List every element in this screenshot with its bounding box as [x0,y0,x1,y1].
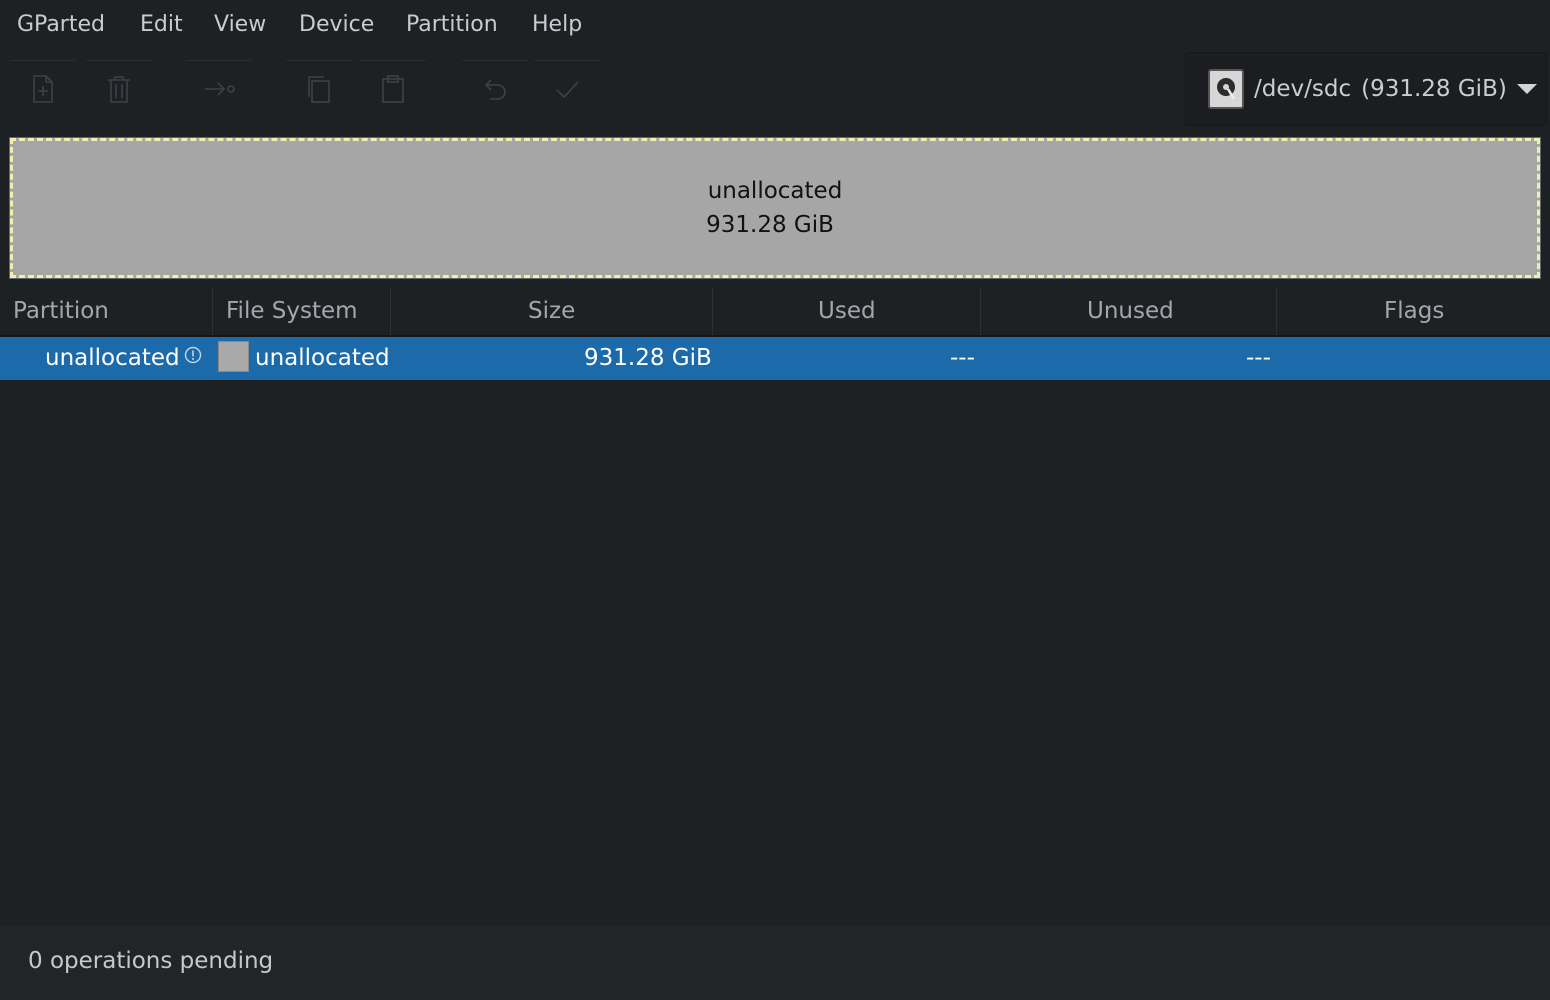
info-icon [184,346,202,364]
column-divider [712,288,713,335]
operations-pending-status: 0 operations pending [28,948,274,974]
copy-button[interactable] [286,60,352,117]
menu-partition[interactable]: Partition [406,10,498,40]
column-partition[interactable]: Partition [13,288,109,335]
menu-edit[interactable]: Edit [140,10,183,40]
trash-icon [108,76,130,103]
menubar: GParted Edit View Device Partition Help [0,0,1550,50]
disk-map-size: 931.28 GiB [706,212,834,238]
harddisk-icon [1208,69,1244,109]
cell-used: --- [950,345,975,371]
cell-size: 931.28 GiB [584,345,712,371]
apply-button[interactable] [534,60,600,117]
resize-move-button[interactable] [186,60,252,117]
cell-unused: --- [1246,345,1271,371]
column-divider [212,288,213,335]
device-path: /dev/sdc [1254,76,1352,102]
new-partition-button[interactable] [10,60,76,117]
menu-gparted[interactable]: GParted [17,10,105,40]
toolbar [0,50,1180,130]
copy-icon [308,76,330,103]
menu-device[interactable]: Device [299,10,374,40]
cell-filesystem: unallocated [255,345,390,371]
statusbar: 0 operations pending [0,926,1550,1000]
column-size[interactable]: Size [528,288,575,335]
column-flags[interactable]: Flags [1384,288,1444,335]
chevron-down-icon [1516,84,1537,94]
resize-move-icon [205,82,235,96]
column-file-system[interactable]: File System [226,288,358,335]
column-unused[interactable]: Unused [1087,288,1174,335]
new-document-icon [33,75,53,103]
partition-table-header: Partition File System Size Used Unused F… [0,288,1550,337]
menu-help[interactable]: Help [532,10,582,40]
device-size: (931.28 GiB) [1361,76,1507,102]
paste-button[interactable] [360,60,426,117]
column-divider [1276,288,1277,335]
table-row[interactable]: unallocated unallocated 931.28 GiB --- -… [0,337,1550,380]
filesystem-color-swatch [218,341,249,372]
column-divider [980,288,981,335]
undo-icon [484,79,506,100]
device-selector[interactable]: /dev/sdc (931.28 GiB) [1185,52,1547,126]
column-used[interactable]: Used [818,288,876,335]
disk-map-partition[interactable]: unallocated 931.28 GiB [9,137,1541,279]
column-divider [390,288,391,335]
gparted-window: GParted Edit View Device Partition Help [0,0,1550,1000]
cell-partition: unallocated [45,345,180,371]
paste-icon [382,75,404,103]
undo-button[interactable] [462,60,528,117]
menu-view[interactable]: View [214,10,266,40]
check-icon [556,81,579,99]
delete-partition-button[interactable] [86,60,152,117]
disk-map-label: unallocated [707,178,843,204]
